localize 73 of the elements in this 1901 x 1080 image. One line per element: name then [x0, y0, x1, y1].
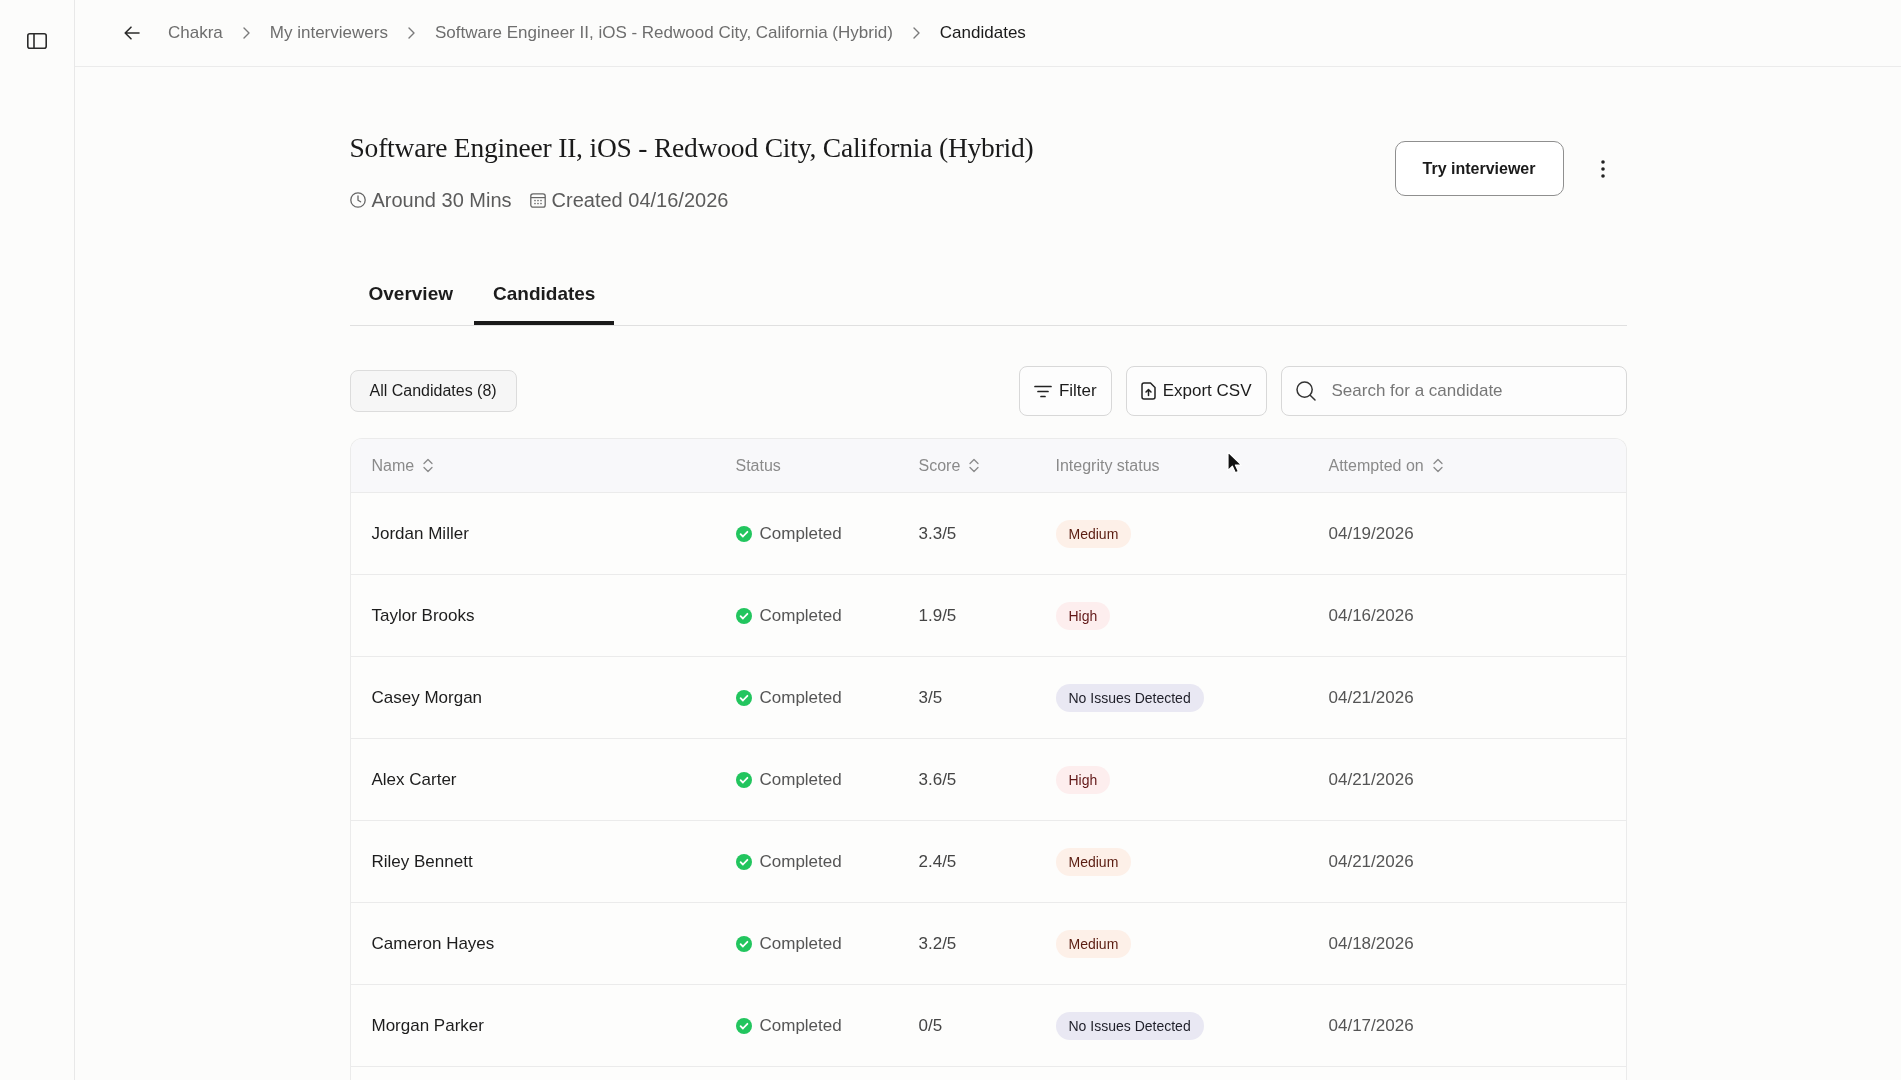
attempted-date: 04/19/2026 — [1328, 523, 1414, 544]
candidate-name: Alex Carter — [371, 769, 457, 790]
status-text: Completed — [759, 605, 842, 626]
check-circle-icon — [735, 1017, 752, 1034]
page-title: Software Engineer II, iOS - Redwood City, California (Hybrid) — [349, 131, 1034, 165]
check-circle-icon — [735, 935, 752, 952]
created-date-text: Created 04/16/2026 — [551, 188, 729, 213]
breadcrumb-link[interactable]: Software Engineer II, iOS - Redwood City, California (Hybrid) — [434, 23, 893, 43]
status-text: Completed — [759, 851, 842, 872]
breadcrumb-link[interactable]: My interviewers — [269, 23, 388, 43]
search-field[interactable]: Search for a candidate — [1280, 366, 1627, 416]
more-menu-icon[interactable] — [1600, 159, 1605, 178]
candidate-name: Jordan Miller — [371, 523, 469, 544]
score-text: 3.2/5 — [918, 933, 957, 954]
integrity-badge: Medium — [1055, 519, 1132, 548]
tab[interactable]: Overview — [349, 267, 472, 325]
back-arrow-icon[interactable] — [124, 26, 140, 40]
check-circle-icon — [735, 771, 752, 788]
candidate-name: Cameron Hayes — [371, 933, 495, 954]
attempted-date: 04/18/2026 — [1328, 933, 1414, 954]
mouse-pointer-icon — [1227, 451, 1242, 474]
check-circle-icon — [735, 853, 752, 870]
check-circle-icon — [735, 689, 752, 706]
score-text: 3.3/5 — [918, 523, 957, 544]
sidebar-toggle-icon[interactable] — [27, 33, 47, 49]
score-text: 0/5 — [918, 1015, 943, 1036]
try-interviewer-button[interactable]: Try interviewer — [1394, 141, 1564, 196]
score-text: 3/5 — [918, 687, 943, 708]
integrity-badge: High — [1055, 601, 1111, 630]
filter-button[interactable]: Filter — [1018, 366, 1112, 416]
status-text: Completed — [759, 933, 842, 954]
chevron-right-icon — [242, 27, 250, 39]
attempted-date: 04/21/2026 — [1328, 851, 1414, 872]
filter-icon — [1033, 384, 1052, 398]
breadcrumb-current: Candidates — [939, 23, 1026, 43]
candidate-name: Casey Morgan — [371, 687, 483, 708]
clock-icon — [349, 192, 366, 208]
column-header: Integrity status — [1055, 456, 1160, 475]
attempted-date: 04/16/2026 — [1328, 605, 1414, 626]
candidate-name: Riley Bennett — [371, 851, 473, 872]
tab[interactable]: Candidates — [474, 267, 615, 325]
attempted-date: 04/17/2026 — [1328, 1015, 1414, 1036]
attempted-date: 04/21/2026 — [1328, 769, 1414, 790]
status-text: Completed — [759, 769, 842, 790]
export-file-icon — [1140, 382, 1156, 400]
sort-icon — [423, 458, 434, 473]
attempted-date: 04/21/2026 — [1328, 687, 1414, 708]
breadcrumb-link[interactable]: Chakra — [168, 23, 223, 43]
column-header: Status — [735, 456, 781, 475]
chevron-right-icon — [912, 27, 920, 39]
score-text: 3.6/5 — [918, 769, 957, 790]
score-text: 2.4/5 — [918, 851, 957, 872]
search-icon — [1295, 381, 1316, 401]
all-candidates-button[interactable]: All Candidates (8) — [349, 370, 517, 412]
integrity-badge: High — [1055, 765, 1111, 794]
candidate-name: Taylor Brooks — [371, 605, 475, 626]
integrity-badge: Medium — [1055, 847, 1132, 876]
candidate-name: Morgan Parker — [371, 1015, 484, 1036]
sort-icon — [1432, 458, 1443, 473]
status-text: Completed — [759, 1015, 842, 1036]
status-text: Completed — [759, 687, 842, 708]
export-csv-button[interactable]: Export CSV — [1125, 366, 1267, 416]
duration-text: Around 30 Mins — [371, 188, 512, 213]
integrity-badge: No Issues Detected — [1055, 1011, 1204, 1040]
score-text: 1.9/5 — [918, 605, 957, 626]
calendar-icon — [529, 192, 546, 208]
sort-icon — [969, 458, 980, 473]
chevron-right-icon — [407, 27, 415, 39]
check-circle-icon — [735, 607, 752, 624]
check-circle-icon — [735, 525, 752, 542]
integrity-badge: No Issues Detected — [1055, 683, 1204, 712]
integrity-badge: Medium — [1055, 929, 1132, 958]
status-text: Completed — [759, 523, 842, 544]
